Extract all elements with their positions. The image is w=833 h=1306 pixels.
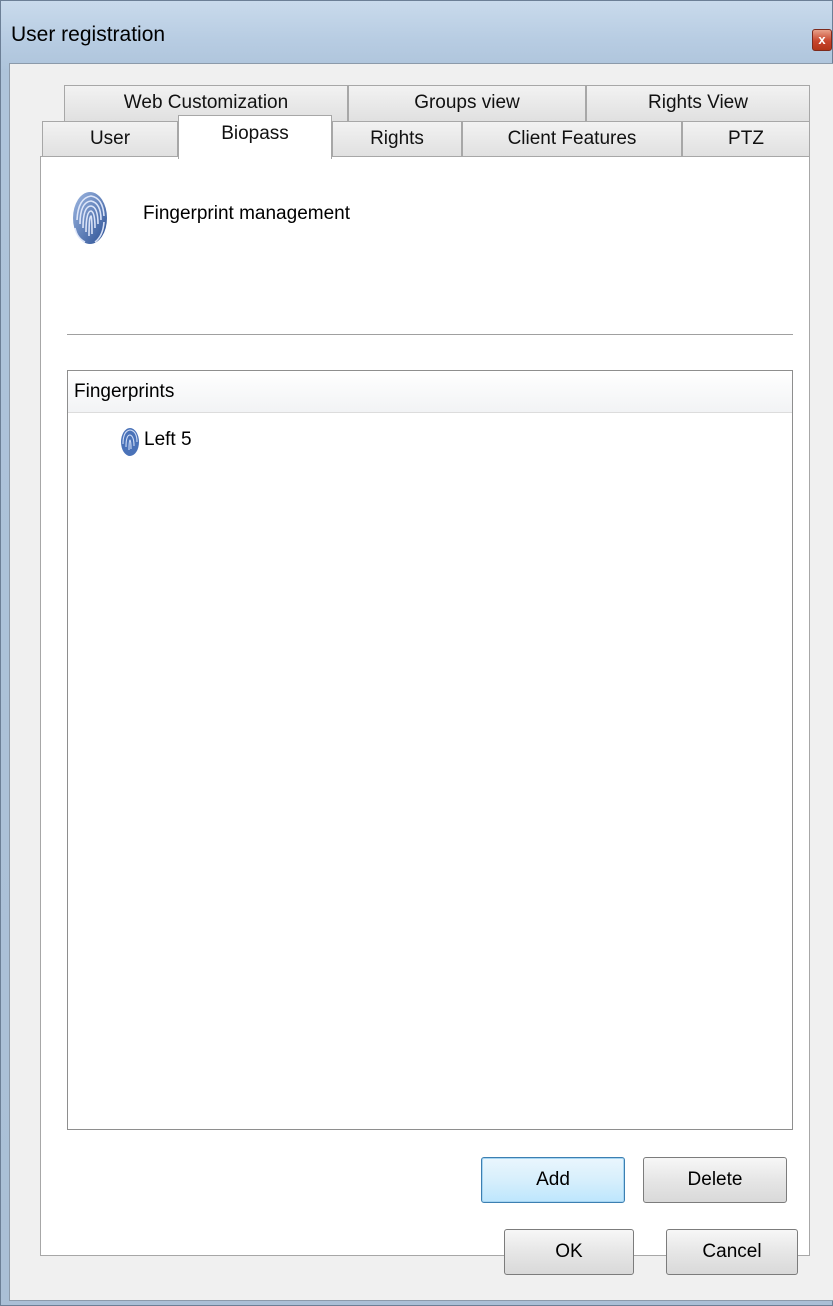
title-bar[interactable]: User registration x (1, 1, 833, 63)
window-title: User registration (11, 23, 166, 46)
fingerprint-list[interactable]: Fingerprints Left 5 (67, 370, 793, 1130)
tab-client-features[interactable]: Client Features (462, 121, 682, 157)
ok-button-label: OK (555, 1241, 583, 1262)
tab-label: Biopass (221, 123, 289, 144)
dialog-body: Web Customization Groups view Rights Vie… (9, 63, 833, 1301)
ok-button[interactable]: OK (504, 1229, 634, 1275)
tab-label: PTZ (728, 128, 764, 149)
cancel-button[interactable]: Cancel (666, 1229, 798, 1275)
tab-biopass[interactable]: Biopass (178, 115, 332, 159)
tab-label: Client Features (507, 128, 637, 149)
panel-heading: Fingerprint management (143, 203, 350, 224)
add-button-label: Add (536, 1169, 570, 1190)
tab-user[interactable]: User (42, 121, 178, 157)
tab-label: Web Customization (123, 92, 289, 113)
list-column-header[interactable]: Fingerprints (68, 371, 792, 413)
tab-rights-view[interactable]: Rights View (586, 85, 810, 121)
fingerprint-icon (71, 190, 109, 246)
column-header-label: Fingerprints (74, 381, 175, 402)
tab-label: Rights (370, 128, 424, 149)
separator (67, 334, 793, 335)
tab-rights[interactable]: Rights (332, 121, 462, 157)
close-icon: x (818, 32, 826, 47)
fingerprint-small-icon (120, 427, 140, 457)
close-button[interactable]: x (812, 29, 832, 51)
tab-ptz[interactable]: PTZ (682, 121, 810, 157)
tab-strip: Web Customization Groups view Rights Vie… (10, 64, 833, 164)
delete-button-label: Delete (687, 1169, 743, 1190)
tab-label: User (89, 128, 131, 149)
list-item-label: Left 5 (144, 429, 192, 450)
tab-label: Groups view (414, 92, 520, 113)
tab-label: Rights View (648, 92, 748, 113)
delete-button[interactable]: Delete (643, 1157, 787, 1203)
tab-groups-view[interactable]: Groups view (348, 85, 586, 121)
add-button[interactable]: Add (481, 1157, 625, 1203)
user-registration-dialog: User registration x Web Customization Gr… (0, 0, 833, 1306)
biopass-panel: Fingerprint management Fingerprints Left… (40, 156, 810, 1256)
cancel-button-label: Cancel (702, 1241, 762, 1262)
